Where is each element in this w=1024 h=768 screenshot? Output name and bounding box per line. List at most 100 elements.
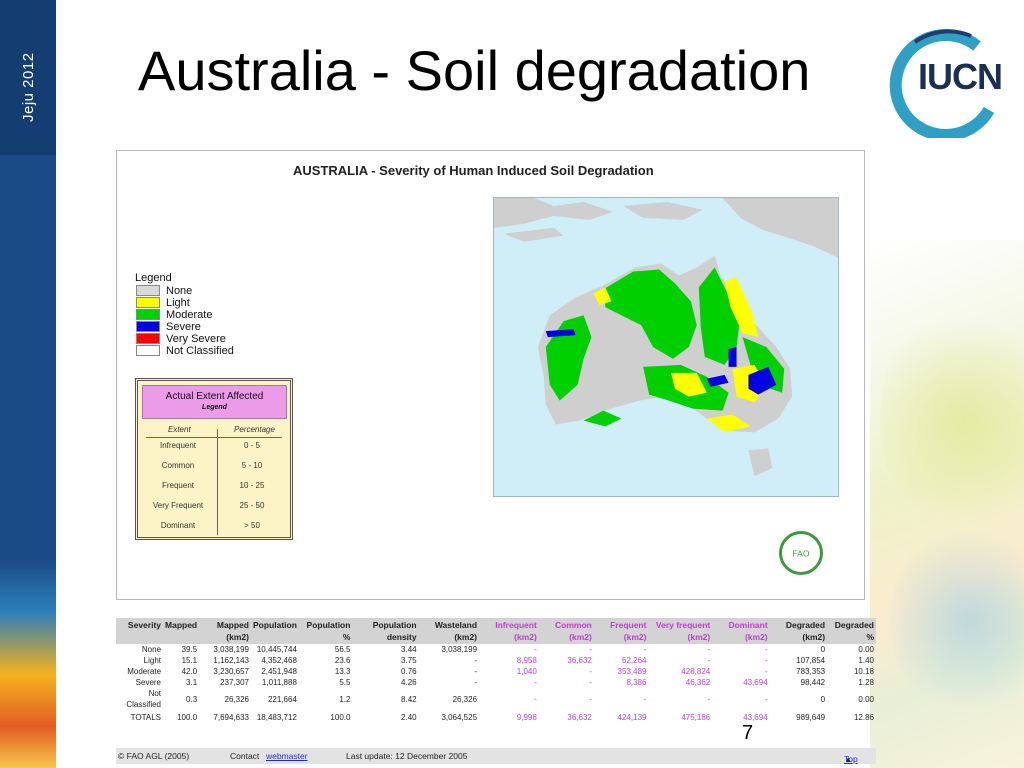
table-cell: 475,186 [681,713,711,722]
table-cell: 100.0 [330,713,351,722]
table-cell: 36,632 [567,656,592,665]
table-cell: 1.40 [858,656,874,665]
table-cell: 3.75 [401,656,417,665]
table-cell: 353,489 [617,667,647,676]
table-cell: - [474,678,478,687]
extent-divider-h [146,437,282,438]
legend-item-very-severe: Very Severe [136,333,226,345]
table-cell: 2.40 [401,713,417,722]
extent-cell: Very Frequent [152,501,204,510]
table-cell: 23.6 [334,656,351,665]
table-cell: 43,694 [743,678,768,687]
footer-copyright: © FAO AGL (2005) [118,751,190,761]
table-cell: - [764,656,768,665]
table-cell: - [589,667,592,676]
table-cell: 10,445,744 [256,645,297,654]
table-cell: - [764,645,768,654]
table-header: Mapped (km2) [199,618,251,644]
table-cell: None [141,645,162,654]
table-cell: 26,326 [452,694,478,704]
degradation-table: Severity Mapped Mapped (km2) Population … [116,618,876,723]
table-cell: - [589,645,592,654]
table-cell: 0 [820,694,826,704]
table-cell: - [764,667,768,676]
table-header: Common (km2) [538,618,594,644]
table-cell: 4.26 [401,678,417,687]
page-number: 7 [742,722,754,744]
legend-swatch [136,309,160,320]
table-header: Degraded % [827,618,876,644]
extent-cell: Dominant [160,521,196,530]
table-header: Infrequent (km2) [479,618,539,644]
table-cell: 7,694,633 [213,713,249,722]
legend-swatch [136,297,160,308]
table-cell: 42.0 [181,667,198,676]
top-link-label: Top [844,754,858,764]
table-cell: - [707,694,711,704]
table-cell: Moderate [127,667,162,676]
table-cell: 46,362 [685,678,711,687]
map-title: AUSTRALIA - Severity of Human Induced So… [293,163,654,178]
table-header: Mapped [163,618,200,644]
table-cell: - [707,645,711,654]
footer-bar: © FAO AGL (2005) Contact webmaster Last … [116,748,876,764]
table-cell: 3,064,525 [441,713,478,722]
table-cell: 15.1 [181,656,198,665]
table-cell: 18,483,712 [256,713,297,722]
extent-divider-v [217,429,218,535]
webmaster-link[interactable]: webmaster [266,751,308,761]
legend-label: Light [166,296,190,309]
table-cell: - [589,694,592,704]
table-cell: 10.18 [853,667,874,676]
sidebar: Jeju 2012 [0,0,56,768]
legend-label: Severe [166,320,201,333]
percentage-column-header: Percentage [234,425,275,434]
table-cell: 1,040 [516,667,537,676]
legend-label: None [166,284,193,297]
table-header: Population [250,618,299,644]
table-cell: Severe [135,678,162,687]
legend-label: Not Classified [166,344,234,357]
table-cell: 13.3 [334,667,351,676]
table-cell: 8,386 [626,678,647,687]
table-header: Very frequent (km2) [648,618,713,644]
table-row: None 39.5 3,038,199 10,445,744 56.5 3.44 3,038… [116,644,876,655]
legend-swatch [136,345,160,356]
table-cell: 1.28 [858,678,874,687]
percentage-cell: 0 - 5 [243,441,260,450]
legend-item-moderate: Moderate [136,309,212,321]
table-header: Severity [116,618,164,644]
table-cell: 43,694 [743,713,768,722]
australia-map [493,197,839,497]
legend-item-not-classified: Not Classified [136,344,234,357]
extent-header: Actual Extent Affected Legend [142,385,287,419]
table-cell: 2,451,948 [261,667,297,676]
footer-contact-label: Contact [230,751,260,761]
percentage-cell: 25 - 50 [239,501,265,510]
extent-column-header: Extent [168,425,191,434]
table-header: Population % [298,618,353,644]
table-cell: Light [143,656,162,665]
table-cell: 0.76 [401,667,417,676]
sidebar-label: Jeju 2012 [20,52,37,122]
percentage-cell: 10 - 25 [239,481,265,490]
table-cell: 237,307 [220,678,249,687]
table-cell: - [474,667,478,676]
table-cell: - [534,694,537,704]
extent-heading: Actual Extent Affected [165,391,264,402]
table-cell: 8,958 [516,656,537,665]
table-cell: - [534,678,537,687]
table-row: Moderate 42.0 3,230,657 2,451,948 13.3 0.76 - 1… [116,666,876,677]
table-cell: 4,352,468 [261,656,297,665]
table-cell: 98,442 [800,678,826,687]
table-cell: TOTALS [130,713,162,722]
table-cell: - [534,645,537,654]
table-cell: 3,230,657 [213,667,249,676]
table-cell: - [764,694,768,704]
table-cell: 26,326 [224,694,249,704]
table-cell: 56.5 [334,645,351,654]
table-cell: 221,664 [267,694,297,704]
table-cell: - [643,645,647,654]
table-header: Population density [352,618,419,644]
table-cell: 428,824 [681,667,711,676]
